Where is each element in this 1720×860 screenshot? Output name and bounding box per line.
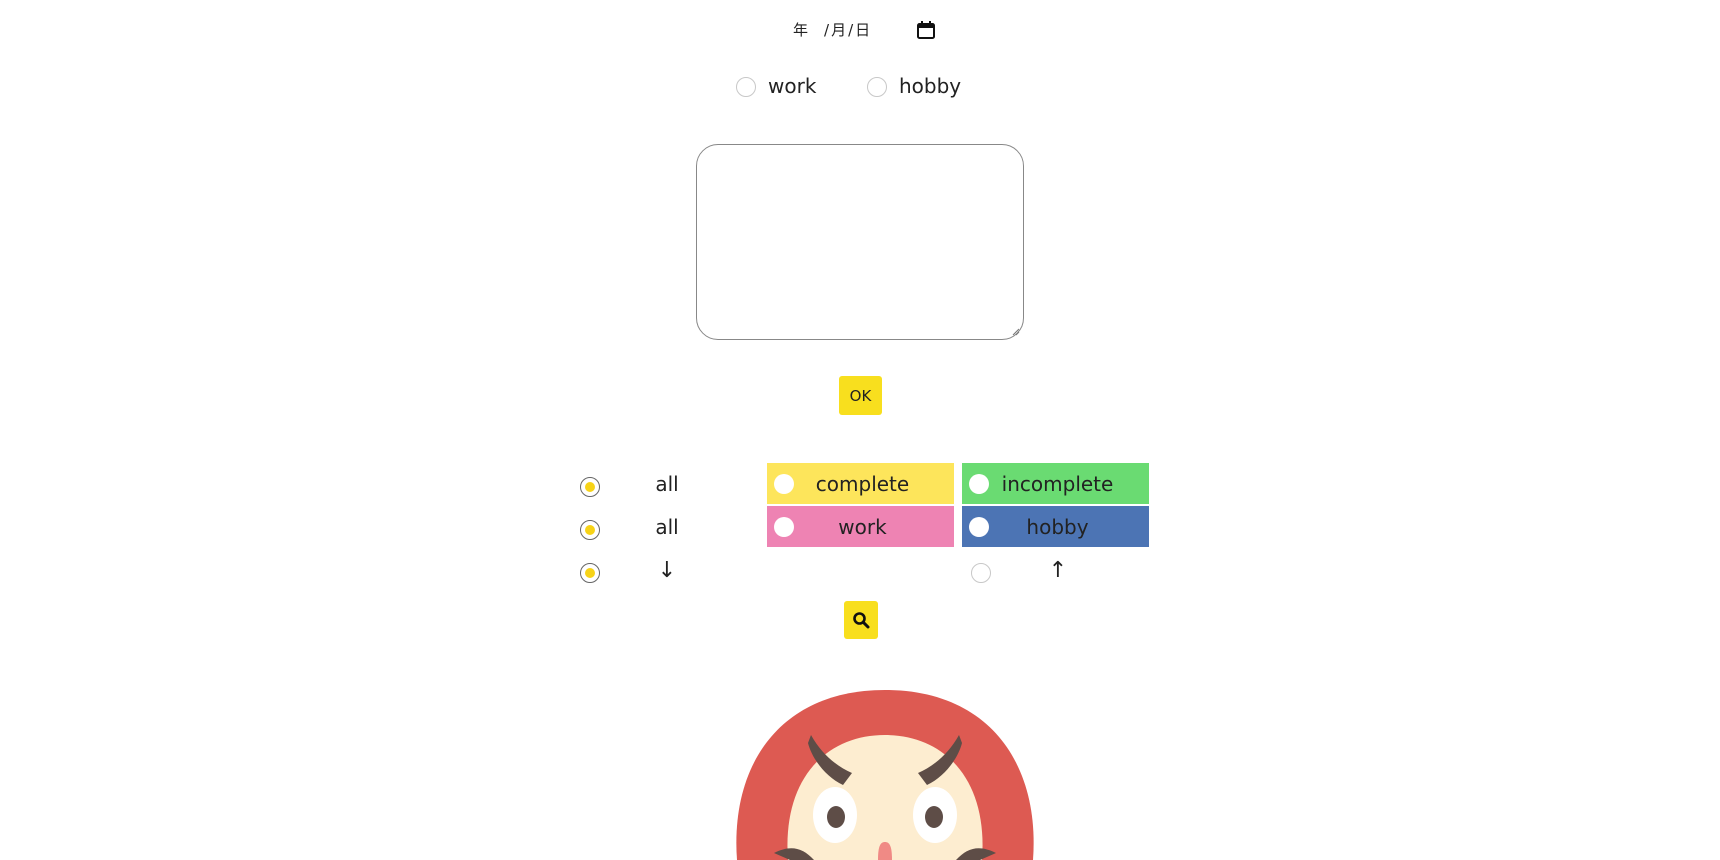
sort-desc-arrow-icon: ↓ bbox=[657, 558, 677, 583]
status-incomplete-option[interactable]: incomplete bbox=[962, 463, 1149, 504]
filter-work-radio[interactable] bbox=[774, 517, 794, 537]
ok-button[interactable]: OK bbox=[839, 376, 882, 415]
search-icon bbox=[853, 612, 870, 629]
memo-textarea[interactable] bbox=[696, 144, 1024, 340]
filter-work-label: work bbox=[838, 514, 887, 539]
page: 年 / 月 / 日 work hobby OK all complete inc… bbox=[0, 0, 1720, 860]
sort-desc-radio[interactable] bbox=[580, 563, 600, 583]
category-hobby-radio[interactable] bbox=[867, 77, 887, 97]
sort-asc-radio[interactable] bbox=[971, 563, 991, 583]
filter-hobby-label: hobby bbox=[1026, 514, 1089, 539]
status-all-radio[interactable] bbox=[580, 477, 600, 497]
date-day-segment[interactable]: 日 bbox=[855, 19, 870, 40]
status-complete-radio[interactable] bbox=[774, 474, 794, 494]
date-month-segment[interactable]: 月 bbox=[831, 19, 846, 40]
search-button[interactable] bbox=[844, 601, 878, 639]
status-complete-label: complete bbox=[815, 471, 910, 496]
daruma-illustration bbox=[736, 690, 1034, 860]
category-work-label: work bbox=[768, 74, 817, 98]
category-work-radio[interactable] bbox=[736, 77, 756, 97]
ok-button-label: OK bbox=[849, 386, 872, 405]
status-all-label: all bbox=[655, 471, 679, 496]
resize-grip-icon[interactable] bbox=[1012, 328, 1020, 336]
category-hobby-option[interactable]: hobby bbox=[962, 506, 1149, 547]
sort-asc-arrow-icon: ↑ bbox=[1048, 558, 1068, 583]
status-complete-option[interactable]: complete bbox=[767, 463, 954, 504]
category-all-radio[interactable] bbox=[580, 520, 600, 540]
calendar-icon[interactable] bbox=[916, 20, 936, 40]
date-year-segment[interactable]: 年 bbox=[793, 19, 808, 40]
date-separator: / bbox=[848, 20, 854, 39]
date-separator: / bbox=[824, 20, 830, 39]
status-incomplete-radio[interactable] bbox=[969, 474, 989, 494]
category-hobby-label: hobby bbox=[899, 74, 962, 98]
category-all-label: all bbox=[655, 514, 679, 539]
date-input[interactable]: 年 / 月 / 日 bbox=[793, 19, 936, 40]
filter-hobby-radio[interactable] bbox=[969, 517, 989, 537]
category-work-option[interactable]: work bbox=[767, 506, 954, 547]
status-incomplete-label: incomplete bbox=[1001, 471, 1114, 496]
category-radio-group: work hobby bbox=[0, 74, 1720, 104]
